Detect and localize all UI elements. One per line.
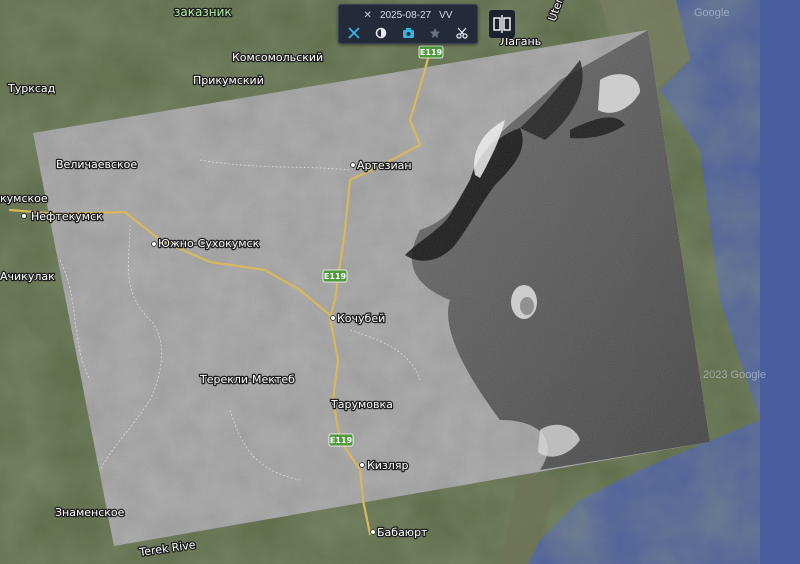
label-yuzhno-sukhokumsk: Южно-Сухокумск xyxy=(158,237,260,250)
toolbar-button-row xyxy=(347,25,469,41)
label-zakaznik: заказник xyxy=(174,5,232,19)
svg-text:E119: E119 xyxy=(420,48,443,57)
google-watermark: Google xyxy=(694,7,729,19)
road-shield: E119 xyxy=(322,269,348,283)
label-babayurt: Бабаюрт xyxy=(377,526,428,539)
label-achikulak: Ачикулак xyxy=(0,270,55,283)
road-shield: E119 xyxy=(328,433,354,447)
label-kumskoe: кумское xyxy=(0,192,48,205)
label-velichaevskoe: Величаевское xyxy=(56,158,137,171)
tools-icon[interactable] xyxy=(347,26,361,40)
label-znamenskoe: Знаменское xyxy=(55,506,125,519)
star-icon[interactable] xyxy=(428,26,442,40)
label-tarumovka: Тарумовка xyxy=(330,398,393,411)
acquisition-date: 2025-08-27 xyxy=(379,9,432,21)
label-terekli-mekteb: Терекли-Мектеб xyxy=(199,373,295,386)
split-view-icon[interactable] xyxy=(489,10,515,38)
road-shield: E119 xyxy=(418,45,444,59)
polarization-label[interactable]: VV xyxy=(439,10,452,21)
label-komsomolsky: Комсомольский xyxy=(232,51,323,64)
camera-icon[interactable] xyxy=(401,26,415,40)
svg-text:E119: E119 xyxy=(330,436,353,445)
label-prikumsky: Прикумский xyxy=(193,74,264,87)
label-artezian: Артезиан xyxy=(357,159,412,172)
layers-icon[interactable] xyxy=(374,26,388,40)
map-canvas[interactable]: E119 E119 E119 заказник Комсомольский Пр… xyxy=(0,0,800,564)
label-kochubey: Кочубей xyxy=(337,312,385,325)
toolbar-info-row: ✕ 2025-08-27 VV xyxy=(339,7,477,23)
scissors-icon[interactable] xyxy=(455,26,469,40)
image-toolbar: ✕ 2025-08-27 VV xyxy=(338,4,478,44)
label-kizlyar: Кизляр xyxy=(367,459,408,472)
label-neftekumsk: Нефтекумск xyxy=(31,210,103,223)
label-turksad: Турксад xyxy=(7,82,56,95)
google-watermark: 2023 Google xyxy=(703,369,766,381)
svg-text:E119: E119 xyxy=(324,272,347,281)
tools-small-icon[interactable]: ✕ xyxy=(364,10,372,21)
